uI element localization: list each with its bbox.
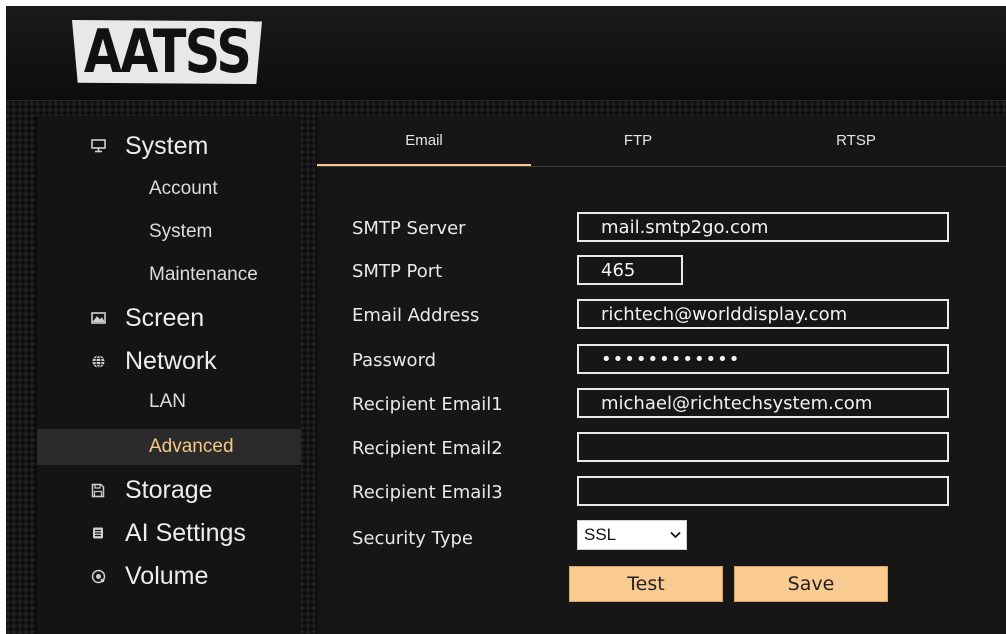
sidebar-item-volume[interactable]: Volume — [37, 556, 301, 596]
security-type-label: Security Type — [352, 528, 473, 549]
sidebar-item-advanced[interactable]: Advanced — [37, 429, 301, 465]
sidebar-item-label: Maintenance — [149, 264, 258, 285]
sidebar-item-label: LAN — [149, 391, 186, 412]
content-panel: Email FTP RTSP SMTP Server SMTP Port Ema… — [316, 116, 1006, 634]
speaker-icon — [89, 567, 107, 585]
sidebar-item-label: Storage — [125, 475, 213, 504]
smtp-port-label: SMTP Port — [352, 261, 443, 282]
recipient-email2-label: Recipient Email2 — [352, 438, 503, 459]
smtp-server-label: SMTP Server — [352, 218, 466, 239]
sidebar: System Account System Maintenance Screen… — [36, 116, 301, 634]
save-button[interactable]: Save — [734, 566, 888, 602]
chevron-down-icon — [664, 521, 686, 549]
smtp-server-input[interactable] — [577, 212, 949, 242]
sidebar-item-label: Screen — [125, 303, 205, 332]
sidebar-item-ai-settings[interactable]: AI Settings — [37, 513, 301, 553]
header-bar: AATSS — [6, 6, 1006, 101]
smtp-port-input[interactable] — [577, 255, 683, 285]
form-row-security-type: Security Type SSL — [317, 520, 1006, 558]
app-window: AATSS System Account System Maintenance … — [6, 6, 1006, 634]
monitor-icon — [89, 137, 107, 155]
sidebar-item-label: Network — [125, 346, 217, 375]
brand-logo: AATSS — [72, 20, 262, 84]
floppy-disk-icon — [89, 481, 107, 499]
sidebar-item-system-settings[interactable]: System — [37, 214, 301, 250]
chip-icon — [89, 524, 107, 542]
recipient-email2-input[interactable] — [577, 432, 949, 462]
sidebar-item-label: Volume — [125, 561, 209, 590]
security-type-select[interactable]: SSL — [577, 520, 687, 550]
password-input[interactable] — [577, 344, 949, 374]
sidebar-item-label: System — [125, 131, 209, 160]
sidebar-item-lan[interactable]: LAN — [37, 384, 301, 420]
sidebar-item-screen[interactable]: Screen — [37, 298, 301, 338]
recipient-email1-input[interactable] — [577, 388, 949, 418]
sidebar-item-system[interactable]: System — [37, 126, 301, 166]
form-row-email-address: Email Address — [317, 299, 1006, 335]
form-row-smtp-server: SMTP Server — [317, 212, 1006, 248]
sidebar-item-label: Account — [149, 178, 218, 199]
email-address-input[interactable] — [577, 299, 949, 329]
tab-ftp[interactable]: FTP — [531, 116, 745, 164]
tab-email[interactable]: Email — [317, 116, 531, 166]
form-row-password: Password — [317, 344, 1006, 380]
sidebar-item-label: AI Settings — [125, 518, 246, 547]
form-row-recipient-email3: Recipient Email3 — [317, 476, 1006, 512]
test-button[interactable]: Test — [569, 566, 723, 602]
email-address-label: Email Address — [352, 305, 480, 326]
image-icon — [89, 309, 107, 327]
form-row-smtp-port: SMTP Port — [317, 255, 1006, 291]
sidebar-item-label: Advanced — [149, 436, 234, 457]
sidebar-item-storage[interactable]: Storage — [37, 470, 301, 510]
globe-icon — [89, 352, 107, 370]
brand-logo-text: AATSS — [83, 17, 252, 87]
sidebar-item-account[interactable]: Account — [37, 171, 301, 207]
recipient-email3-input[interactable] — [577, 476, 949, 506]
recipient-email3-label: Recipient Email3 — [352, 482, 503, 503]
form-row-recipient-email1: Recipient Email1 — [317, 388, 1006, 424]
security-type-value: SSL — [584, 525, 617, 544]
form-row-recipient-email2: Recipient Email2 — [317, 432, 1006, 468]
recipient-email1-label: Recipient Email1 — [352, 394, 503, 415]
tab-bar: Email FTP RTSP — [317, 116, 1006, 167]
sidebar-item-label: System — [149, 221, 213, 242]
tab-rtsp[interactable]: RTSP — [749, 116, 963, 164]
sidebar-item-maintenance[interactable]: Maintenance — [37, 257, 301, 293]
sidebar-item-network[interactable]: Network — [37, 341, 301, 381]
password-label: Password — [352, 350, 437, 371]
